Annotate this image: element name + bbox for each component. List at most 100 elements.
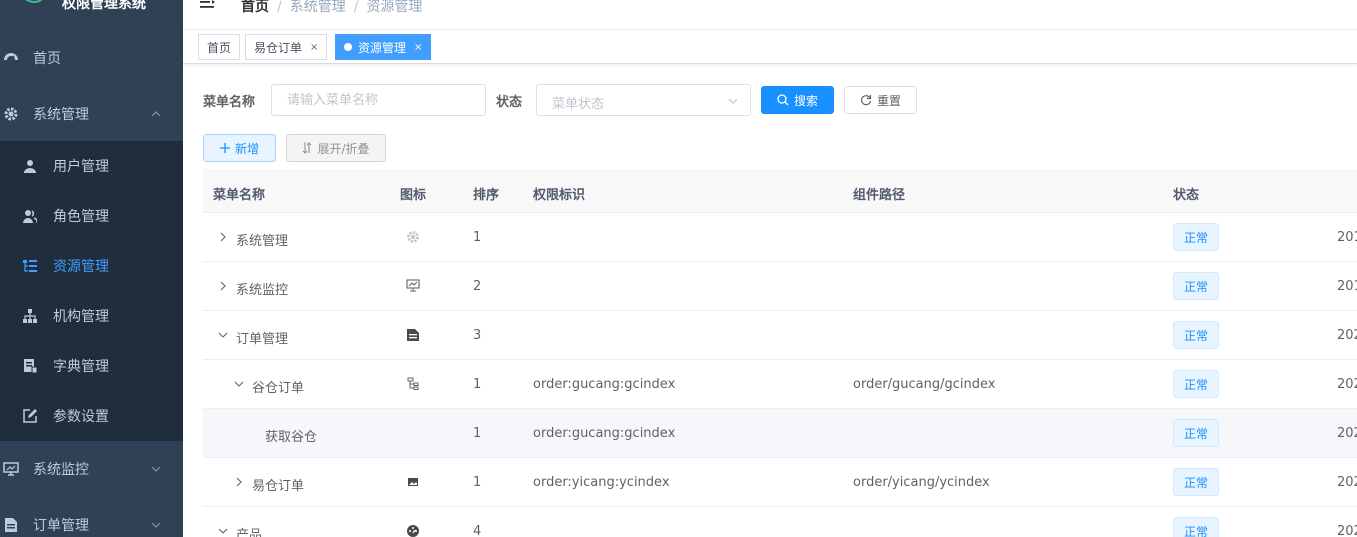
active-dot-icon <box>344 43 352 51</box>
menu-order: 1 <box>473 475 482 490</box>
sidebar-item-label: 订单管理 <box>33 518 89 534</box>
tags-view: 首页 易仓订单 × 资源管理 × <box>183 30 1357 64</box>
tree-table-icon <box>23 260 37 272</box>
sidebar-item-dept[interactable]: 机构管理 <box>0 291 183 341</box>
chevron-down-icon[interactable] <box>218 526 228 536</box>
status-select-placeholder: 菜单状态 <box>552 97 605 112</box>
menu-order: 2 <box>473 279 482 294</box>
chevron-right-icon[interactable] <box>218 232 228 242</box>
sidebar-item-label: 系统监控 <box>33 462 89 478</box>
menu-name: 易仓订单 <box>252 479 305 494</box>
tag-label: 资源管理 <box>358 40 407 55</box>
sidebar-item-user[interactable]: 用户管理 <box>0 141 183 191</box>
sidebar-item-order[interactable]: 订单管理 <box>0 497 183 537</box>
tag-label: 首页 <box>207 40 232 55</box>
table-row[interactable]: 系统管理 1 正常 201 <box>203 213 1357 262</box>
chevron-right-icon[interactable] <box>218 281 228 291</box>
tree-icon <box>407 377 419 390</box>
search-icon <box>777 94 789 106</box>
submenu-system: 用户管理 角色管理 资源管理 机构管理 字典管理 参数设置 <box>0 141 183 441</box>
document-icon <box>5 518 17 532</box>
sidebar-item-resource[interactable]: 资源管理 <box>0 241 183 291</box>
create-time: 202 <box>1337 524 1357 537</box>
table-row[interactable]: 谷仓订单 1 order:gucang:gcindex order/gucang… <box>203 360 1357 409</box>
status-badge: 正常 <box>1173 419 1219 447</box>
reset-button-label: 重置 <box>876 93 901 108</box>
refresh-icon <box>860 95 872 106</box>
sidebar-item-dict[interactable]: 字典管理 <box>0 341 183 391</box>
add-button-label: 新增 <box>234 141 259 156</box>
sidebar-item-label: 字典管理 <box>53 359 109 375</box>
document-icon <box>407 329 419 341</box>
close-icon[interactable]: × <box>310 42 318 53</box>
reset-button[interactable]: 重置 <box>844 86 917 114</box>
menu-name: 系统监控 <box>236 283 289 298</box>
menu-order: 1 <box>473 426 482 441</box>
menu-table: 菜单名称 图标 排序 权限标识 组件路径 状态 系统管理 1 正常 201 系统… <box>203 169 1357 537</box>
chevron-down-icon[interactable] <box>218 330 228 340</box>
menu-name-input[interactable] <box>271 84 486 116</box>
sidebar-item-role[interactable]: 角色管理 <box>0 191 183 241</box>
peoples-icon <box>23 210 37 223</box>
dashboard-icon <box>407 525 419 537</box>
table-row[interactable]: 系统监控 2 正常 201 <box>203 262 1357 311</box>
hamburger-icon[interactable] <box>200 0 216 10</box>
table-row[interactable]: 产品 4 正常 202 <box>203 507 1357 537</box>
table-row[interactable]: 易仓订单 1 order:yicang:ycindex order/yicang… <box>203 458 1357 507</box>
menu-perms: order:gucang:gcindex <box>533 426 676 441</box>
menu-name: 产品 <box>236 528 263 537</box>
app-title: 权限管理系统 <box>62 0 146 12</box>
sidebar-item-label: 机构管理 <box>53 309 109 325</box>
chevron-down-icon <box>728 98 738 104</box>
search-button[interactable]: 搜索 <box>761 86 834 114</box>
sidebar-item-system[interactable]: 系统管理 <box>0 86 183 142</box>
chevron-right-icon[interactable] <box>234 477 244 487</box>
sidebar-item-label: 角色管理 <box>53 209 109 225</box>
sort-icon <box>303 142 312 154</box>
tag-yicang-order[interactable]: 易仓订单 × <box>245 34 328 60</box>
user-icon <box>24 160 36 173</box>
monitor-icon <box>406 279 420 292</box>
logo[interactable]: 权限管理系统 <box>0 0 183 14</box>
sidebar-item-home[interactable]: 首页 <box>0 30 183 86</box>
menu-perms: order:gucang:gcindex <box>533 377 676 392</box>
close-icon[interactable]: × <box>414 42 422 53</box>
table-row[interactable]: 订单管理 3 正常 202 <box>203 311 1357 360</box>
sidebar-item-monitor[interactable]: 系统监控 <box>0 441 183 497</box>
image-icon <box>408 478 418 486</box>
breadcrumb-item: 资源管理 <box>366 0 423 15</box>
menu-name-label: 菜单名称 <box>203 95 256 110</box>
sidebar-item-label: 系统管理 <box>33 107 89 123</box>
add-button[interactable]: 新增 <box>203 134 276 162</box>
menu-order: 3 <box>473 328 482 343</box>
menu-name: 谷仓订单 <box>252 381 305 396</box>
status-label: 状态 <box>496 95 523 110</box>
breadcrumb: 首页 / 系统管理 / 资源管理 <box>241 0 423 15</box>
sidebar-item-label: 资源管理 <box>53 259 109 275</box>
logo-icon <box>25 0 43 3</box>
create-time: 202 <box>1337 426 1357 441</box>
table-row[interactable]: 获取谷仓 1 order:gucang:gcindex 正常 202 <box>203 409 1357 458</box>
expand-collapse-label: 展开/折叠 <box>317 141 370 156</box>
expand-collapse-button[interactable]: 展开/折叠 <box>286 134 386 162</box>
breadcrumb-item[interactable]: 系统管理 <box>290 0 346 15</box>
chevron-down-icon[interactable] <box>234 379 244 389</box>
gear-icon <box>4 107 18 121</box>
status-select[interactable]: 菜单状态 <box>536 84 751 116</box>
breadcrumb-item[interactable]: 首页 <box>241 0 269 15</box>
menu-component: order/yicang/ycindex <box>853 475 990 490</box>
tag-resource[interactable]: 资源管理 × <box>335 34 432 60</box>
create-time: 202 <box>1337 377 1357 392</box>
sidebar-item-config[interactable]: 参数设置 <box>0 391 183 441</box>
column-header: 状态 <box>1173 188 1200 203</box>
search-button-label: 搜索 <box>793 93 818 108</box>
plus-icon <box>219 143 230 153</box>
tag-home[interactable]: 首页 <box>198 34 241 60</box>
dict-icon <box>24 359 37 373</box>
menu-order: 1 <box>473 230 482 245</box>
sidebar-item-label: 参数设置 <box>53 409 109 425</box>
menu-order: 1 <box>473 377 482 392</box>
column-header: 排序 <box>473 188 500 203</box>
tree-icon <box>23 309 37 323</box>
menu-perms: order:yicang:ycindex <box>533 475 670 490</box>
